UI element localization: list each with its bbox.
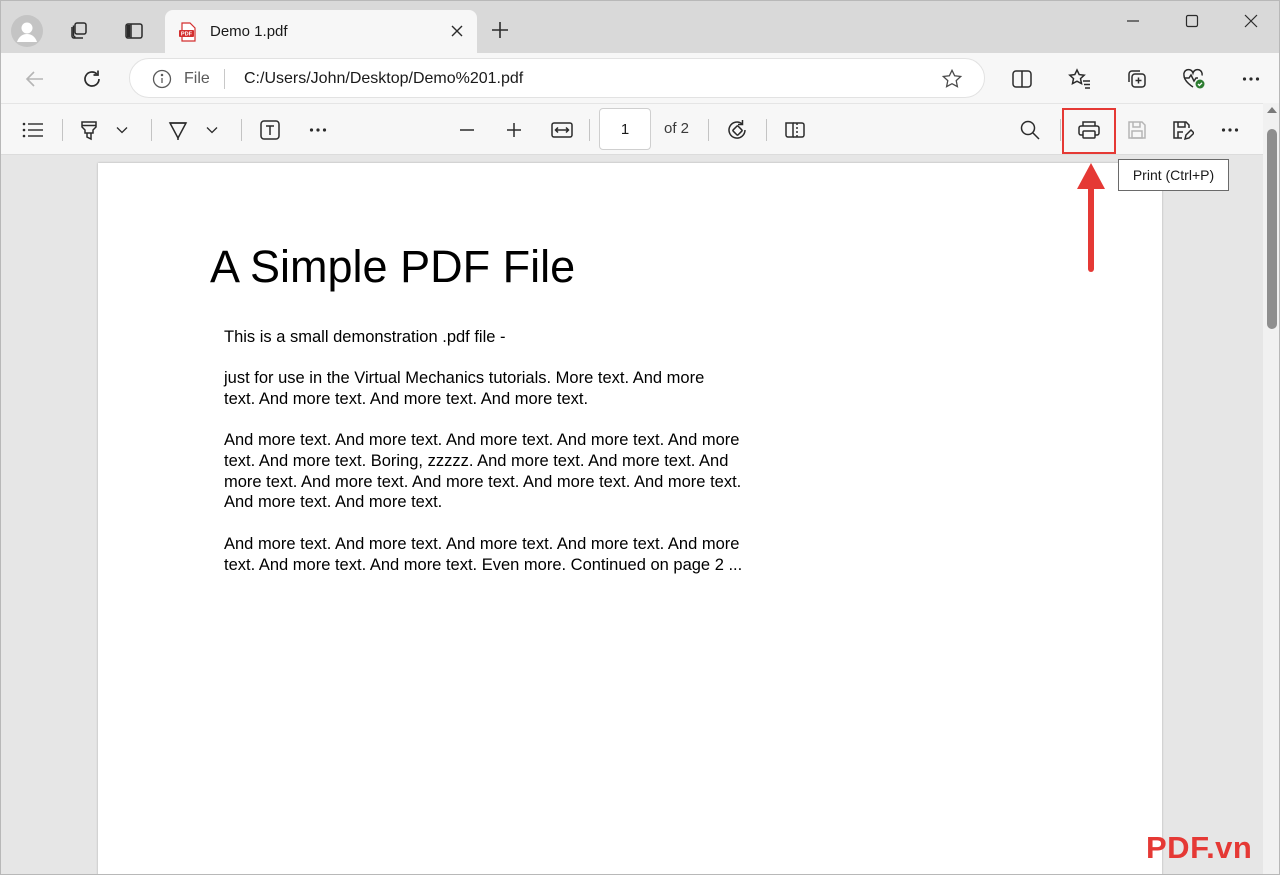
zoom-in-icon[interactable] bbox=[498, 114, 530, 146]
page-count: of 2 bbox=[664, 120, 690, 137]
toolbar-divider bbox=[62, 119, 63, 141]
save-icon[interactable] bbox=[1121, 114, 1153, 146]
page-view-icon[interactable] bbox=[779, 114, 811, 146]
pdf-toolbar: 1 of 2 bbox=[1, 103, 1263, 155]
collections-icon[interactable] bbox=[1119, 61, 1155, 97]
toolbar-divider bbox=[766, 119, 767, 141]
close-tab-icon[interactable] bbox=[447, 21, 467, 41]
document-paragraph: And more text. And more text. And more t… bbox=[224, 431, 742, 512]
document-paragraph: This is a small demonstration .pdf file … bbox=[224, 328, 506, 346]
print-tooltip: Print (Ctrl+P) bbox=[1118, 159, 1229, 191]
highlight-dropdown-chevron-down-icon[interactable] bbox=[111, 114, 133, 146]
document-paragraph: And more text. And more text. And more t… bbox=[224, 535, 743, 574]
highlight-icon[interactable] bbox=[73, 114, 105, 146]
browser-essentials-icon[interactable] bbox=[1176, 61, 1212, 97]
scroll-up-icon[interactable] bbox=[1267, 107, 1277, 113]
more-icon[interactable] bbox=[1233, 61, 1269, 97]
draw-dropdown-chevron-down-icon[interactable] bbox=[201, 114, 223, 146]
address-input[interactable]: File C:/Users/John/Desktop/Demo%201.pdf bbox=[129, 58, 985, 98]
back-icon[interactable] bbox=[17, 61, 53, 97]
watermark-logo: PDF.vn bbox=[1146, 830, 1253, 865]
split-screen-icon[interactable] bbox=[1004, 61, 1040, 97]
scheme-label: File bbox=[184, 70, 210, 87]
toolbar-divider bbox=[1060, 119, 1061, 141]
text-icon[interactable] bbox=[254, 114, 286, 146]
workspaces-icon[interactable] bbox=[63, 15, 95, 47]
document-paragraph: just for use in the Virtual Mechanics tu… bbox=[224, 369, 705, 408]
toolbar-divider bbox=[589, 119, 590, 141]
toolbar-divider bbox=[151, 119, 152, 141]
save-as-icon[interactable] bbox=[1166, 114, 1198, 146]
refresh-icon[interactable] bbox=[74, 61, 110, 97]
favorites-icon[interactable] bbox=[1062, 61, 1098, 97]
search-icon[interactable] bbox=[1014, 114, 1046, 146]
close-window-icon[interactable] bbox=[1221, 1, 1279, 41]
fit-width-icon[interactable] bbox=[546, 114, 578, 146]
address-divider bbox=[224, 69, 225, 89]
new-tab-icon[interactable] bbox=[485, 15, 515, 45]
pdf-viewer[interactable]: A Simple PDF File This is a small demons… bbox=[1, 155, 1263, 874]
document-title: A Simple PDF File bbox=[210, 241, 576, 292]
tab-bar: PDF Demo 1.pdf bbox=[1, 1, 1279, 53]
vertical-scrollbar[interactable] bbox=[1263, 103, 1279, 874]
tab-title: Demo 1.pdf bbox=[210, 23, 288, 40]
toolbar-divider bbox=[708, 119, 709, 141]
minimize-icon[interactable] bbox=[1103, 1, 1163, 41]
pdf-page: A Simple PDF File This is a small demons… bbox=[98, 163, 1162, 874]
info-icon[interactable] bbox=[151, 68, 173, 90]
pdf-favicon-icon: PDF bbox=[178, 21, 198, 42]
tab-demo-pdf[interactable]: PDF Demo 1.pdf bbox=[165, 10, 477, 53]
zoom-out-icon[interactable] bbox=[451, 114, 483, 146]
print-highlight-box bbox=[1062, 108, 1116, 154]
draw-icon[interactable] bbox=[162, 114, 194, 146]
more-tools-icon[interactable] bbox=[302, 114, 334, 146]
svg-text:PDF: PDF bbox=[181, 31, 193, 37]
favorite-star-icon[interactable] bbox=[940, 67, 964, 91]
address-bar-row: File C:/Users/John/Desktop/Demo%201.pdf bbox=[1, 53, 1279, 103]
page-number-input[interactable]: 1 bbox=[599, 108, 651, 150]
rotate-icon[interactable] bbox=[721, 114, 753, 146]
scroll-thumb[interactable] bbox=[1267, 129, 1277, 329]
contents-icon[interactable] bbox=[17, 114, 49, 146]
tab-actions-icon[interactable] bbox=[118, 15, 150, 47]
browser-window: PDF Demo 1.pdf File C:/Users/John/Deskto… bbox=[0, 0, 1280, 875]
address-url: C:/Users/John/Desktop/Demo%201.pdf bbox=[244, 70, 524, 87]
settings-more-icon[interactable] bbox=[1214, 114, 1246, 146]
red-arrow-icon bbox=[1077, 163, 1105, 272]
maximize-icon[interactable] bbox=[1162, 1, 1222, 41]
toolbar-divider bbox=[241, 119, 242, 141]
profile-icon[interactable] bbox=[11, 15, 43, 47]
